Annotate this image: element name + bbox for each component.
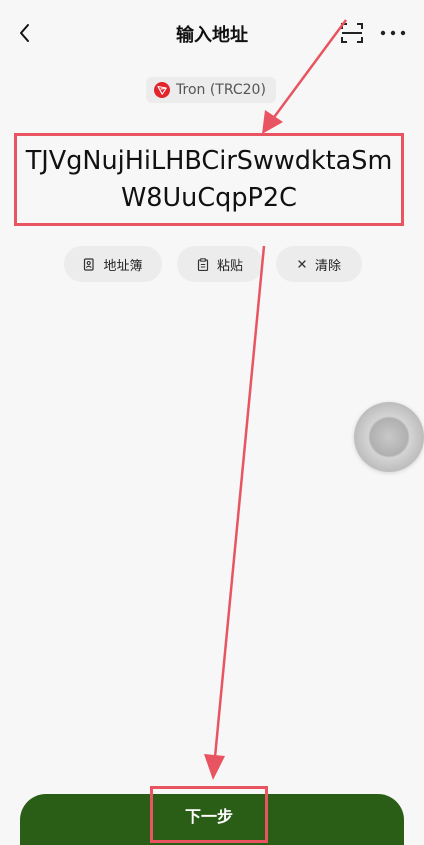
header: 输入地址 (0, 0, 424, 68)
floating-assistive-button[interactable] (354, 402, 424, 472)
scan-button[interactable] (340, 21, 364, 45)
address-value: TJVgNujHiLHBCirSwwdktaSmW8UuCqpP2C (25, 145, 393, 213)
clear-label: 清除 (314, 258, 341, 274)
paste-button[interactable]: 粘贴 (177, 246, 263, 282)
network-label: Tron (TRC20) (176, 82, 266, 98)
address-book-label: 地址簿 (103, 258, 143, 274)
arrow-to-next-button (204, 245, 266, 780)
address-book-icon (84, 257, 95, 271)
clear-button[interactable]: 清除 (276, 246, 362, 282)
address-input[interactable]: TJVgNujHiLHBCirSwwdktaSmW8UuCqpP2C (14, 133, 404, 226)
network-badge[interactable]: Tron (TRC20) (146, 77, 276, 103)
tron-icon (154, 82, 170, 98)
paste-label: 粘贴 (216, 258, 243, 274)
address-actions: 地址簿 粘贴 清除 (0, 246, 424, 282)
address-book-button[interactable]: 地址簿 (64, 246, 162, 282)
next-button[interactable] (20, 794, 404, 845)
more-button[interactable] (378, 22, 408, 44)
close-icon (298, 260, 306, 268)
clipboard-icon (197, 257, 209, 271)
more-horizontal-icon (380, 30, 406, 36)
scan-icon (341, 23, 363, 43)
